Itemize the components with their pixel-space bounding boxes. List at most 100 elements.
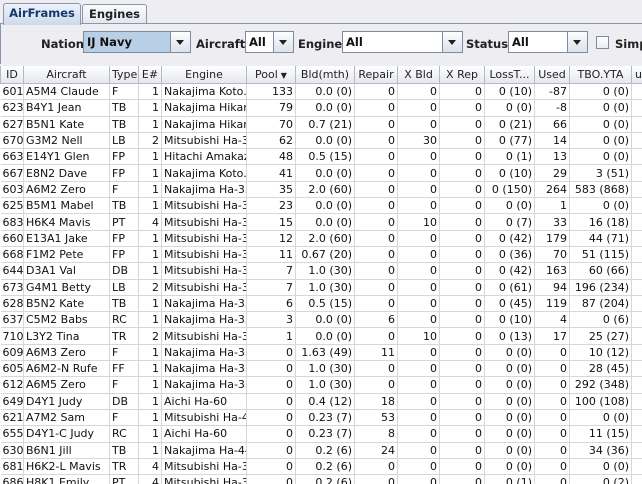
- table-cell: TR: [109, 458, 139, 476]
- table-row[interactable]: 630 B6N1 Jill TB 1 Nakajima Ha-44 0 0.2 (6) 24 0…: [0, 442, 642, 459]
- table-cell: 0: [397, 393, 440, 410]
- column-header-id[interactable]: ID: [0, 66, 24, 84]
- table-row[interactable]: 668F1M2 PeteFP1Mitsubishi Ha-31110.67 (2…: [0, 246, 642, 264]
- table-cell: H6K4 Mavis: [23, 213, 110, 231]
- table-cell: 0: [439, 327, 485, 345]
- table-cell: 1: [138, 295, 162, 313]
- table-row[interactable]: 663E14Y1 GlenFP1Hitachi Amakaze480.5 (15…: [0, 148, 642, 166]
- table-cell: 1: [138, 164, 162, 182]
- table-row[interactable]: 605 A6M2-N Rufe FF 1 Nakajima Ha-35 0 1.0 (30)…: [0, 360, 642, 378]
- table-cell: FF: [109, 360, 139, 378]
- table-cell: 0 (42): [484, 230, 535, 247]
- table-cell: 603: [0, 181, 24, 199]
- table-cell: 1: [138, 425, 162, 443]
- table-row[interactable]: 660E13A1 JakeFP1Mitsubishi Ha-33122.0 (6…: [0, 230, 642, 247]
- column-header-build-month[interactable]: Bld(mth): [295, 66, 355, 84]
- table-row[interactable]: 673G4M1 BettyLB2Mitsubishi Ha-3271.0 (30…: [0, 279, 642, 296]
- column-header-type[interactable]: Type: [109, 66, 139, 84]
- table-cell: 0 (0): [569, 197, 632, 215]
- table-cell: Mitsubishi Ha-31: [161, 246, 247, 264]
- table-cell: 630: [0, 442, 24, 459]
- airframes-table[interactable]: ID Aircraft Type E# Engine Pool ▼ Bld(mth…: [0, 66, 642, 484]
- table-cell: 625: [0, 197, 24, 215]
- column-header-used[interactable]: Used: [534, 66, 570, 84]
- table-cell: 637: [0, 311, 24, 329]
- table-cell: 25 (27): [569, 327, 632, 345]
- table-row[interactable]: 649 D4Y1 Judy DB 1 Aichi Ha-60 0 0.4 (12) 18 0 0 0…: [0, 393, 642, 410]
- tab-airframes[interactable]: AirFrames: [3, 3, 81, 25]
- table-cell: 1: [534, 197, 570, 215]
- column-header-repair[interactable]: Repair: [354, 66, 398, 84]
- status-dropdown[interactable]: All: [508, 31, 588, 53]
- chevron-down-icon[interactable]: [442, 32, 462, 52]
- table-row[interactable]: 710L3Y2 TinaTR2Mitsubishi Ha-3310.0 (0)0…: [0, 327, 642, 345]
- table-cell: 53: [354, 409, 398, 427]
- table-row[interactable]: 644D3A1 ValDB1Mitsubishi Ha-3371.0 (30)0…: [0, 262, 642, 280]
- table-cell: FP: [109, 164, 139, 182]
- table-cell: G3M2 Nell: [23, 132, 110, 150]
- chevron-down-icon[interactable]: [170, 32, 190, 52]
- table-row[interactable]: 625B5M1 MabelTB1Mitsubishi Ha-33230.0 (0…: [0, 197, 642, 215]
- table-cell: 0: [354, 148, 398, 166]
- table-cell: 0: [439, 393, 485, 410]
- header-text: TBO.YTA: [577, 68, 624, 81]
- table-row[interactable]: 621A7M2 SamF1Mitsubishi Ha-4300.23 (7)53…: [0, 409, 642, 427]
- table-cell: Nakajima Ha-35: [161, 295, 247, 313]
- table-row[interactable]: 655 D4Y1-C Judy RC 1 Aichi Ha-60 0 0.23 (7) 8 0 0…: [0, 425, 642, 443]
- table-row[interactable]: 670G3M2 NellLB2Mitsubishi Ha-33620.0 (0)…: [0, 132, 642, 150]
- column-header-x-rep[interactable]: X Rep: [439, 66, 485, 84]
- table-row[interactable]: 601 A5M4 Claude F 1 Nakajima Koto... 133 0.0 (…: [0, 83, 642, 101]
- table-cell: 163: [534, 262, 570, 280]
- table-row[interactable]: 628 B5N2 Kate TB 1 Nakajima Ha-35 6 0.5 (15) 0 0…: [0, 295, 642, 313]
- table-row[interactable]: 612 A6M5 Zero F 1 Nakajima Ha-35 0 1.0 (30) 0 0 0…: [0, 376, 642, 394]
- column-header-engine[interactable]: Engine: [161, 66, 247, 84]
- table-row[interactable]: 637 C5M2 Babs RC 1 Nakajima Ha-35 3 0.0 (0) 6 0 0…: [0, 311, 642, 329]
- nation-dropdown[interactable]: IJ Navy: [83, 31, 191, 53]
- table-cell: 667: [0, 164, 24, 182]
- table-cell: 0: [439, 442, 485, 459]
- column-header-engine-count[interactable]: E#: [138, 66, 162, 84]
- table-cell: 0: [246, 425, 296, 443]
- table-row[interactable]: 667 E8N2 Dave FP 1 Nakajima Koto... 41 0.0 (0)…: [0, 164, 642, 182]
- chevron-down-icon[interactable]: [567, 32, 587, 52]
- table-cell: Mitsubishi Ha-33: [161, 458, 247, 476]
- column-header-truncated[interactable]: u: [631, 66, 642, 84]
- header-text: Pool: [255, 68, 278, 81]
- table-cell: 649: [0, 393, 24, 410]
- engine-dropdown[interactable]: All: [342, 31, 463, 53]
- column-header-x-bld[interactable]: X Bld: [397, 66, 440, 84]
- table-cell: 11 (15): [569, 425, 632, 443]
- column-header-aircraft[interactable]: Aircraft: [23, 66, 110, 84]
- column-header-tbo-yta[interactable]: TBO.YTA: [569, 66, 632, 84]
- table-cell: F: [109, 181, 139, 199]
- table-row[interactable]: 603 A6M2 Zero F 1 Nakajima Ha-35 35 2.0 (60) 0 0…: [0, 181, 642, 199]
- table-cell: 583 (868): [569, 181, 632, 199]
- tab-engines[interactable]: Engines: [82, 4, 147, 24]
- table-cell: 0.2 (6): [295, 458, 355, 476]
- table-cell: 79: [246, 99, 296, 117]
- column-header-pool[interactable]: Pool ▼: [246, 66, 296, 84]
- table-cell: A5M4 Claude: [23, 83, 110, 101]
- chevron-down-icon[interactable]: [273, 32, 293, 52]
- simple-checkbox[interactable]: [596, 36, 609, 49]
- table-cell: B5N2 Kate: [23, 295, 110, 313]
- table-cell: 10: [397, 213, 440, 231]
- table-cell: 179: [534, 230, 570, 247]
- table-cell: 0: [246, 442, 296, 459]
- table-row[interactable]: 609 A6M3 Zero F 1 Nakajima Ha-35 0 1.63 (49) 11…: [0, 344, 642, 362]
- table-cell: [631, 164, 642, 182]
- table-row[interactable]: 683H6K4 MavisPT4Mitsubishi Ha-33150.0 (0…: [0, 213, 642, 231]
- column-header-loss[interactable]: LossT...: [484, 66, 535, 84]
- aircraft-dropdown[interactable]: All: [245, 31, 294, 53]
- table-row[interactable]: 623 B4Y1 Jean TB 1 Nakajima Hikari 79 0.0 (0) 0…: [0, 99, 642, 117]
- table-row[interactable]: 686H8K1 EmilyPT4Mitsubishi Ha-3200.2 (6)…: [0, 474, 642, 484]
- table-cell: 133: [246, 83, 296, 101]
- header-text: Aircraft: [46, 68, 87, 81]
- header-text: X Bld: [404, 68, 433, 81]
- table-cell: 0.0 (0): [295, 327, 355, 345]
- table-cell: 0: [246, 409, 296, 427]
- table-cell: H6K2-L Mavis: [23, 458, 110, 476]
- table-row[interactable]: 627 B5N1 Kate TB 1 Nakajima Hikari 70 0.7 (21)…: [0, 116, 642, 133]
- table-row[interactable]: 681H6K2-L MavisTR4Mitsubishi Ha-3300.2 (…: [0, 458, 642, 476]
- table-cell: 0: [534, 458, 570, 476]
